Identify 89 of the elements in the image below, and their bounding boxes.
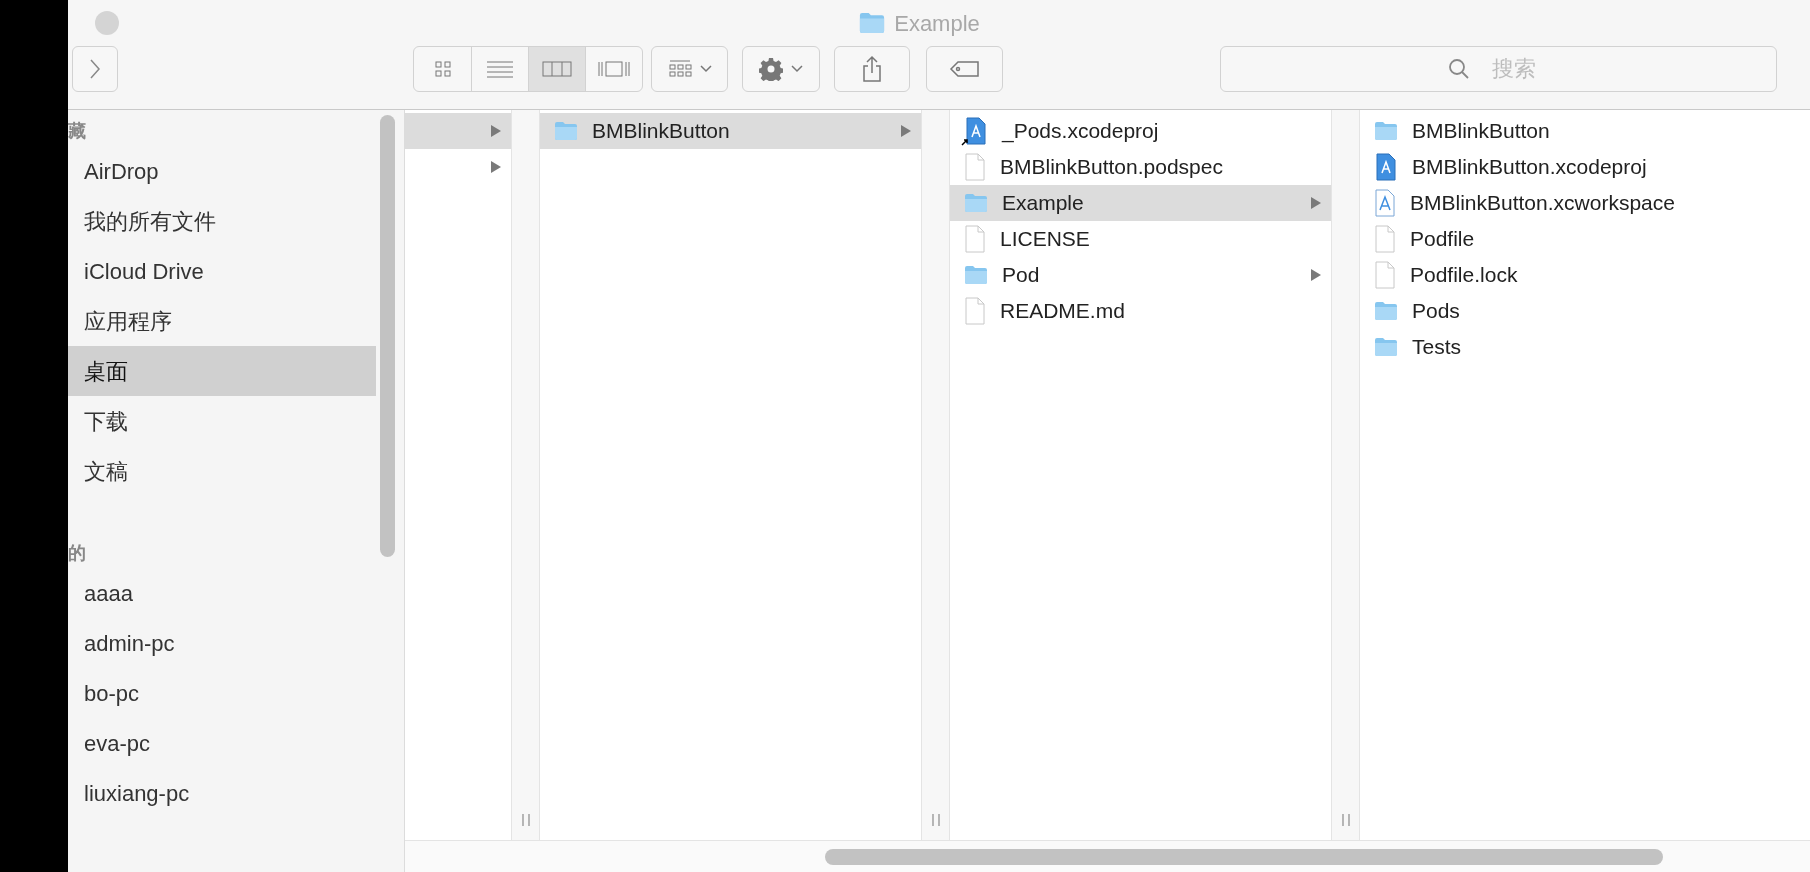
file-row[interactable]: Pods — [1360, 293, 1810, 329]
sidebar-item[interactable]: 下载 — [68, 396, 376, 446]
sidebar-item[interactable]: eva-pc — [68, 718, 376, 768]
chevron-right-icon — [89, 58, 101, 80]
forward-button[interactable] — [72, 46, 118, 92]
tag-button[interactable] — [926, 46, 1003, 92]
file-row[interactable]: BMBlinkButton.podspec — [950, 149, 1331, 185]
file-name: _Pods.xcodeproj — [1002, 118, 1159, 145]
folder-icon — [1374, 337, 1398, 357]
file-name: BMBlinkButton.xcworkspace — [1410, 190, 1675, 217]
sidebar-item[interactable]: iCloud Drive — [68, 246, 376, 296]
arrange-button[interactable] — [651, 46, 728, 92]
sidebar-item[interactable]: 应用程序 — [68, 296, 376, 346]
action-button[interactable] — [742, 46, 820, 92]
caret-icon — [699, 65, 712, 73]
sidebar-item[interactable]: 文稿 — [68, 446, 376, 496]
list-view-icon — [486, 60, 514, 78]
file-row[interactable]: Podfile.lock — [1360, 257, 1810, 293]
file-name: README.md — [1000, 298, 1125, 325]
project-file-icon — [1374, 153, 1398, 181]
file-name: Example — [1002, 190, 1084, 217]
disclosure-arrow-icon[interactable] — [491, 161, 501, 173]
file-row[interactable]: BMBlinkButton — [540, 113, 921, 149]
document-icon — [964, 297, 986, 325]
file-row[interactable]: README.md — [950, 293, 1331, 329]
sidebar-section-header: 的 — [68, 541, 87, 565]
sidebar-item[interactable]: AirDrop — [68, 146, 376, 196]
file-name: BMBlinkButton — [592, 118, 730, 145]
file-row[interactable]: Tests — [1360, 329, 1810, 365]
sidebar-item[interactable]: liuxiang-pc — [68, 768, 376, 818]
disclosure-arrow-icon[interactable] — [491, 125, 501, 137]
disclosure-arrow-icon[interactable] — [1311, 269, 1321, 281]
sidebar-item[interactable]: 桌面 — [68, 346, 376, 396]
resize-grip-icon[interactable] — [1341, 814, 1350, 826]
file-row[interactable]: _Pods.xcodeproj — [950, 113, 1331, 149]
folder-icon — [964, 265, 988, 285]
scrollbar-thumb[interactable] — [825, 848, 1663, 865]
folder-icon — [554, 121, 578, 141]
alias-arrow-icon — [961, 138, 969, 146]
disclosure-arrow-icon[interactable] — [901, 125, 911, 137]
workspace-file-icon — [1374, 189, 1396, 217]
file-row[interactable]: Pod — [950, 257, 1331, 293]
resize-grip-icon[interactable] — [931, 814, 940, 826]
project-alias-icon — [964, 117, 988, 145]
sidebar-item[interactable]: admin-pc — [68, 618, 376, 668]
file-name: BMBlinkButton.podspec — [1000, 154, 1223, 181]
document-icon — [964, 225, 986, 253]
file-row[interactable]: Podfile — [1360, 221, 1810, 257]
document-icon — [1374, 225, 1396, 253]
sidebar-section-header: 藏 — [68, 119, 87, 143]
folder-icon — [858, 12, 887, 34]
caret-icon — [791, 65, 803, 73]
file-name: Pods — [1412, 298, 1460, 325]
sidebar-scrollbar-thumb[interactable] — [380, 115, 395, 557]
file-row[interactable]: Example — [950, 185, 1331, 221]
folder-icon — [964, 193, 988, 213]
folder-icon — [1374, 301, 1398, 321]
share-button[interactable] — [834, 46, 910, 92]
file-name: Podfile.lock — [1410, 262, 1518, 289]
file-name: Podfile — [1410, 226, 1475, 253]
sidebar-item[interactable]: bo-pc — [68, 668, 376, 718]
file-name: Tests — [1412, 334, 1461, 361]
file-row[interactable]: BMBlinkButton.xcworkspace — [1360, 185, 1810, 221]
gear-icon — [759, 57, 783, 81]
file-name: Pod — [1002, 262, 1040, 289]
document-icon — [964, 153, 986, 181]
document-icon — [1374, 261, 1396, 289]
resize-grip-icon[interactable] — [521, 814, 530, 826]
arrange-icon — [667, 60, 692, 78]
search-field[interactable]: 搜索 — [1220, 46, 1777, 92]
folder-icon — [1374, 121, 1398, 141]
view-mode-segment[interactable] — [528, 47, 585, 91]
file-name: BMBlinkButton.xcodeproj — [1412, 154, 1647, 181]
file-row[interactable]: BMBlinkButton.xcodeproj — [1360, 149, 1810, 185]
sidebar-item[interactable]: aaaa — [68, 568, 376, 618]
column-view-icon — [542, 60, 572, 78]
sidebar-item[interactable]: 我的所有文件 — [68, 196, 376, 246]
file-name: LICENSE — [1000, 226, 1090, 253]
file-row[interactable]: LICENSE — [950, 221, 1331, 257]
gallery-view-icon — [597, 59, 631, 79]
window-control[interactable] — [95, 11, 119, 35]
grid-view-icon — [433, 60, 452, 78]
disclosure-arrow-icon[interactable] — [1311, 197, 1321, 209]
share-icon — [861, 55, 883, 83]
file-row[interactable]: BMBlinkButton — [1360, 113, 1810, 149]
window-title: Example — [894, 9, 980, 38]
tag-icon — [948, 60, 981, 78]
file-name: BMBlinkButton — [1412, 118, 1550, 145]
search-icon — [1448, 58, 1470, 80]
